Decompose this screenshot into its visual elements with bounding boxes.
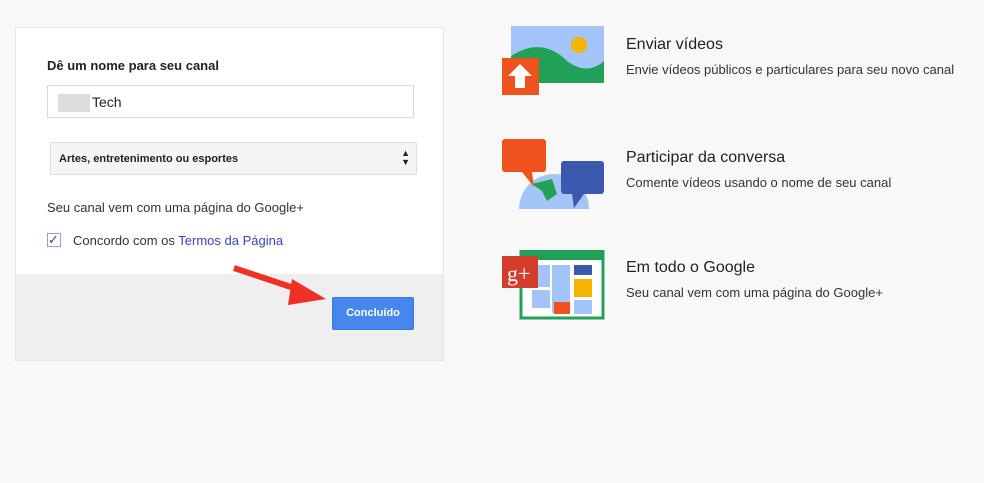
feature-title: Em todo o Google <box>626 259 755 276</box>
conversation-icon <box>502 139 604 209</box>
feature-desc: Envie vídeos públicos e particulares par… <box>626 62 955 77</box>
svg-text:g+: g+ <box>507 261 530 286</box>
google-plus-page-icon: g+ <box>502 250 605 320</box>
feature-title: Participar da conversa <box>626 149 786 166</box>
feature-title: Enviar vídeos <box>626 36 723 53</box>
feature-desc: Comente vídeos usando o nome de seu cana… <box>626 175 892 190</box>
feature-desc: Seu canal vem com uma página do Google+ <box>626 285 883 300</box>
upload-video-icon <box>502 26 604 95</box>
